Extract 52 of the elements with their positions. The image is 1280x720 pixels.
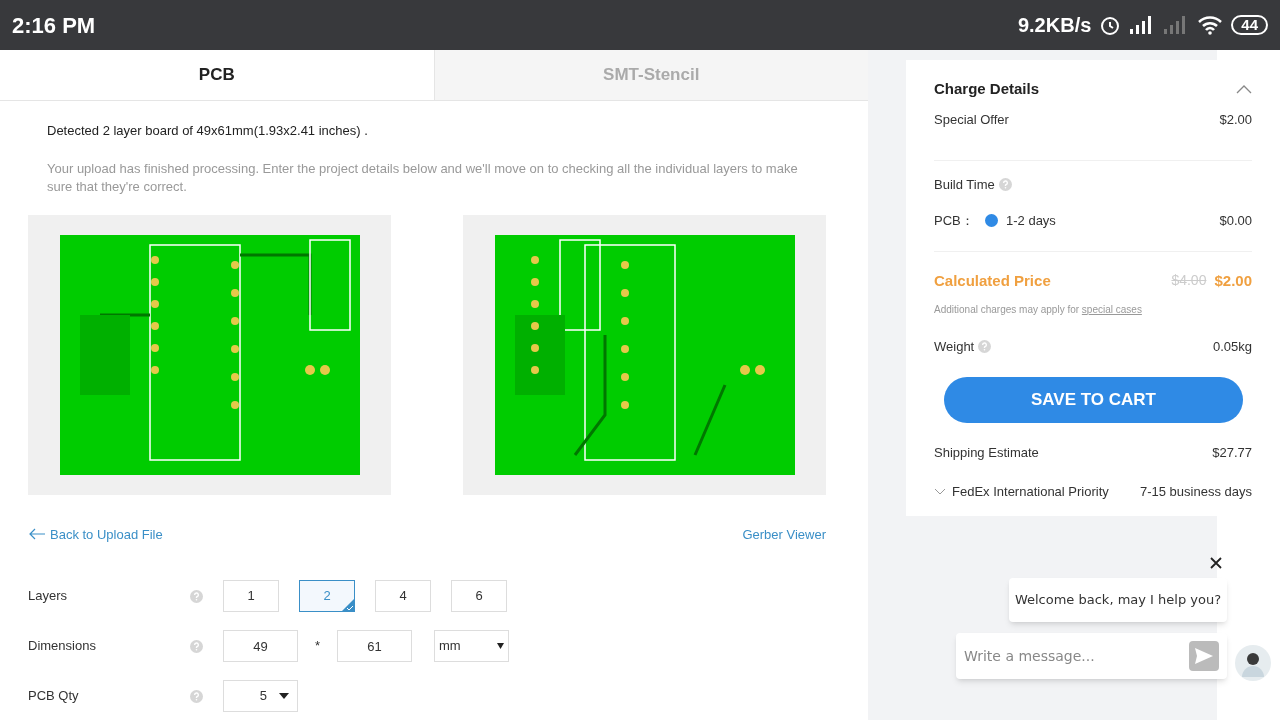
row-label: Shipping Estimate [934,443,1039,462]
row-value: $0.00 [1219,212,1252,230]
layer-option[interactable]: 4 [375,580,431,612]
network-speed: 9.2KB/s [1017,13,1092,38]
help-icon [190,689,203,703]
check-corner-icon [342,599,354,611]
caret-icon [497,643,504,649]
layer-option[interactable]: 6 [451,580,507,612]
layer-option[interactable]: 1 [223,580,279,612]
qty-select[interactable]: 5 [223,680,298,712]
avatar-icon[interactable] [1235,645,1271,681]
field-label: Layers [28,587,69,606]
width-field[interactable]: 49 [223,630,298,662]
row-label: Special Offer [934,111,1009,129]
clock: 2:16 PM [12,11,96,40]
save-to-cart-button[interactable]: SAVE TO CART [944,376,1243,423]
carrier-toggle[interactable]: FedEx International Priority [934,482,1109,502]
row-label: PCB： [934,212,975,230]
notice-text: Your upload has finished processing. Enter the project details below and we'll move on to checking all the individual layers to make sure that they're correct. [46,159,799,196]
new-price: $2.00 [1214,270,1252,291]
build-time-radio[interactable]: 1-2 days [985,211,1056,231]
row-value: 0.05kg [1212,338,1252,356]
field-label: Dimensions [28,637,97,656]
field-label: PCB Qty [28,687,80,706]
send-icon [1195,648,1213,664]
arrow-left-icon [28,528,46,541]
row-value: $27.77 [1212,443,1252,462]
help-icon [978,340,992,354]
chevron-up-icon[interactable] [1236,84,1252,94]
row-value: 7-15 business days [1140,483,1252,501]
charges-note: Additional charges may apply for special cases [934,303,1143,317]
detected-text: Detected 2 layer board of 49x61mm(1.93x2.41 inches) . [46,122,369,140]
help-icon [190,589,203,603]
message-field[interactable]: Write a message... [956,633,1227,679]
alarm-icon [1099,14,1122,36]
times-sign: * [313,637,322,656]
row-value: $2.00 [1219,111,1252,129]
card-title: Charge Details [934,78,1040,99]
unit-select[interactable]: mm [434,630,509,662]
wifi-icon [1197,15,1224,35]
price-label: Calculated Price [934,270,1051,291]
chat-bubble: Welcome back, may I help you? [1009,578,1227,622]
battery-indicator: 44 [1231,15,1268,35]
gerber-viewer-link[interactable]: Gerber Viewer [742,524,826,544]
row-label: Weight [934,338,975,356]
caret-icon [279,693,289,699]
close-icon[interactable] [1210,557,1222,569]
height-field[interactable]: 61 [337,630,412,662]
help-icon [190,639,203,653]
help-icon [998,177,1012,191]
row-label: Build Time [934,175,995,194]
back-link[interactable]: Back to Upload File [28,524,163,544]
